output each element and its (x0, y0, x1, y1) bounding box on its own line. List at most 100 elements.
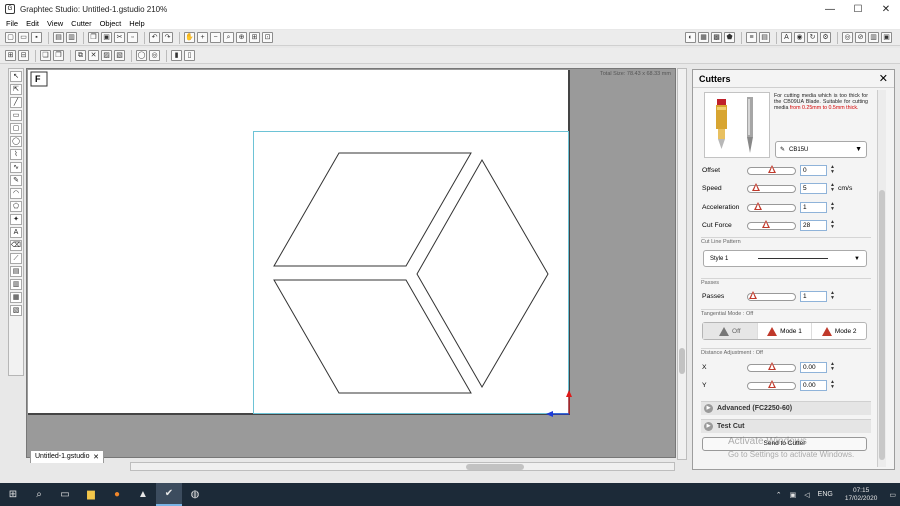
passes-slider-knob[interactable] (748, 291, 757, 299)
zoom-out-icon[interactable]: − (210, 32, 221, 43)
select-arrow-icon[interactable]: ↖ (10, 71, 22, 82)
tangential-mode-1[interactable]: Mode 1 (758, 323, 813, 339)
menu-help[interactable]: Help (129, 19, 144, 28)
blade-select[interactable]: ✎ CB15U ▼ (775, 141, 867, 158)
acceleration-slider-knob[interactable] (753, 202, 762, 210)
document-tab[interactable]: Untitled-1.gstudio ✕ (30, 450, 104, 463)
group-icon[interactable]: ⊞ (5, 50, 16, 61)
panel-scroll-thumb[interactable] (879, 190, 885, 460)
distance-x-input[interactable]: 0.00 (800, 362, 827, 373)
offset-spinner[interactable]: ▲ ▼ (830, 165, 835, 175)
rounded-rect-tool-icon[interactable]: ▢ (10, 123, 22, 134)
distance-y-spinner[interactable]: ▲ ▼ (830, 380, 835, 390)
save-icon[interactable]: ▪ (31, 32, 42, 43)
print-icon[interactable]: ▤ (53, 32, 64, 43)
paint-app-icon[interactable]: ◍ (182, 483, 208, 506)
close-shape-icon[interactable]: ✕ (88, 50, 99, 61)
text-tool-icon[interactable]: A (10, 227, 22, 238)
acceleration-slider[interactable] (747, 202, 796, 212)
passes-spinner[interactable]: ▲ ▼ (830, 291, 835, 301)
zoom-fit-icon[interactable]: ⊞ (249, 32, 260, 43)
fill-pattern-icon[interactable]: ▤ (759, 32, 770, 43)
panel-scrollbar[interactable] (877, 90, 886, 467)
polygon-tool-icon[interactable]: ⬠ (10, 201, 22, 212)
rectangle-tool-icon[interactable]: ▭ (10, 110, 22, 121)
cutters-panel-close-icon[interactable]: ✕ (879, 72, 888, 85)
close-button[interactable]: ✕ (872, 4, 900, 15)
align-icon[interactable]: ▥ (868, 32, 879, 43)
minimize-button[interactable]: — (816, 4, 844, 15)
cut-force-slider-knob[interactable] (761, 220, 770, 228)
cut-icon[interactable]: ✂ (114, 32, 125, 43)
distance-x-slider-knob[interactable] (767, 362, 776, 370)
inkscape-icon[interactable]: ▲ (130, 483, 156, 506)
replicate-icon[interactable]: ▧ (114, 50, 125, 61)
cut-force-input[interactable]: 28 (800, 220, 827, 231)
gear-icon[interactable]: ⚙ (820, 32, 831, 43)
unlock-icon[interactable]: ▯ (184, 50, 195, 61)
distance-x-slider[interactable] (747, 362, 796, 372)
registration-icon[interactable]: ◎ (842, 32, 853, 43)
distance-y-input[interactable]: 0.00 (800, 380, 827, 391)
polyline-tool-icon[interactable]: ⌇ (10, 149, 22, 160)
lock-icon[interactable]: ▮ (171, 50, 182, 61)
paste-icon[interactable]: ▣ (101, 32, 112, 43)
panel-toggle-icon[interactable]: ▣ (881, 32, 892, 43)
line-tool-icon[interactable]: ╱ (10, 97, 22, 108)
node-select-icon[interactable]: ⇱ (10, 84, 22, 95)
duplicate-icon[interactable]: ▨ (101, 50, 112, 61)
bezier-tool-icon[interactable]: ∿ (10, 162, 22, 173)
menu-view[interactable]: View (47, 19, 63, 28)
menu-file[interactable]: File (6, 19, 18, 28)
knife-tool-icon[interactable]: ⟋ (10, 253, 22, 264)
offset-input[interactable]: 0 (800, 165, 827, 176)
speed-input[interactable]: 5 (800, 183, 827, 194)
zoom-pan-icon[interactable]: ⊕ (236, 32, 247, 43)
graphtec-studio-icon[interactable]: ✔ (156, 483, 182, 506)
cutter-tool-icon[interactable]: ▦ (10, 292, 22, 303)
media-tool-icon[interactable]: ▥ (10, 279, 22, 290)
passes-input[interactable]: 1 (800, 291, 827, 302)
color-grid-icon[interactable]: ▩ (711, 32, 722, 43)
tangential-mode-2[interactable]: Mode 2 (812, 323, 866, 339)
ellipse-tool-icon[interactable]: ◯ (10, 136, 22, 147)
send-icon[interactable]: ▥ (66, 32, 77, 43)
paint-icon[interactable]: ◐ (685, 32, 696, 43)
language-indicator[interactable]: ENG (818, 491, 833, 498)
arrange-front-icon[interactable]: ❏ (40, 50, 51, 61)
star-tool-icon[interactable]: ✦ (10, 214, 22, 225)
redo-icon[interactable]: ↷ (162, 32, 173, 43)
pentagon-icon[interactable]: ⬟ (724, 32, 735, 43)
task-view-icon[interactable]: ▭ (52, 483, 78, 506)
distance-x-spinner[interactable]: ▲ ▼ (830, 362, 835, 372)
grid-icon[interactable]: ▦ (698, 32, 709, 43)
copy-icon[interactable]: ❐ (88, 32, 99, 43)
acceleration-input[interactable]: 1 (800, 202, 827, 213)
offset-slider-knob[interactable] (767, 165, 776, 173)
network-icon[interactable]: ▣ (790, 491, 797, 499)
horizontal-scroll-thumb[interactable] (466, 464, 524, 470)
ungroup-icon[interactable]: ⊟ (18, 50, 29, 61)
eraser-tool-icon[interactable]: ⌫ (10, 240, 22, 251)
zoom-page-icon[interactable]: ⊡ (262, 32, 273, 43)
arc-tool-icon[interactable]: ◠ (10, 188, 22, 199)
line-style-icon[interactable]: ≡ (746, 32, 757, 43)
trace-icon[interactable]: ◉ (794, 32, 805, 43)
menu-edit[interactable]: Edit (26, 19, 39, 28)
windows-start-icon[interactable]: ⊞ (0, 483, 26, 506)
firefox-icon[interactable]: ● (104, 483, 130, 506)
cut-force-spinner[interactable]: ▲ ▼ (830, 220, 835, 230)
cut-line-pattern-select[interactable]: Style 1 ▼ (703, 250, 867, 267)
acceleration-spinner[interactable]: ▲ ▼ (830, 202, 835, 212)
speed-slider-knob[interactable] (751, 183, 760, 191)
vertical-scrollbar[interactable] (677, 68, 687, 460)
clock[interactable]: 07:15 17/02/2020 (845, 487, 878, 503)
document-tab-close-icon[interactable]: ✕ (93, 453, 99, 461)
file-explorer-icon[interactable]: ▆ (78, 483, 104, 506)
zoom-select-icon[interactable]: ⌕ (223, 32, 234, 43)
distance-y-slider[interactable] (747, 380, 796, 390)
notifications-icon[interactable]: ▭ (889, 491, 896, 499)
tray-expand-icon[interactable]: ⌃ (776, 491, 782, 499)
settings-tool-icon[interactable]: ▧ (10, 305, 22, 316)
no-cut-icon[interactable]: ⊘ (855, 32, 866, 43)
